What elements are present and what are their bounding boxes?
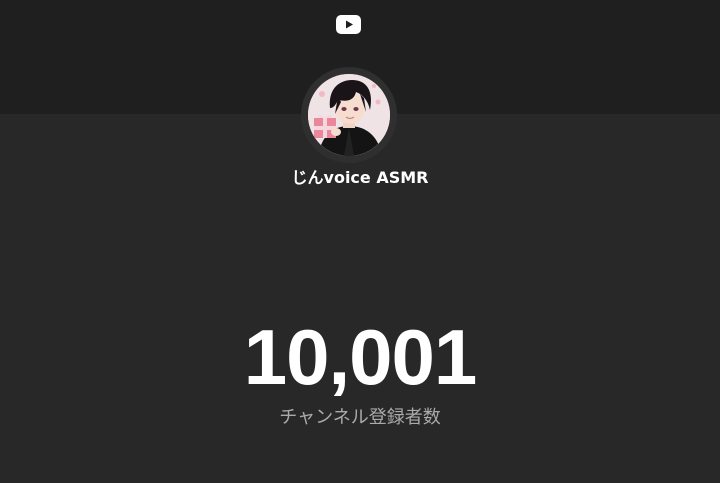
youtube-logo-icon [336, 15, 361, 34]
channel-name[interactable]: じんvoice ASMR [0, 167, 720, 189]
subscriber-count: 10,001 [243, 313, 478, 401]
channel-avatar[interactable] [308, 74, 390, 156]
subscriber-count-label: チャンネル登録者数 [279, 407, 441, 428]
avatar-illustration-icon [308, 74, 390, 156]
